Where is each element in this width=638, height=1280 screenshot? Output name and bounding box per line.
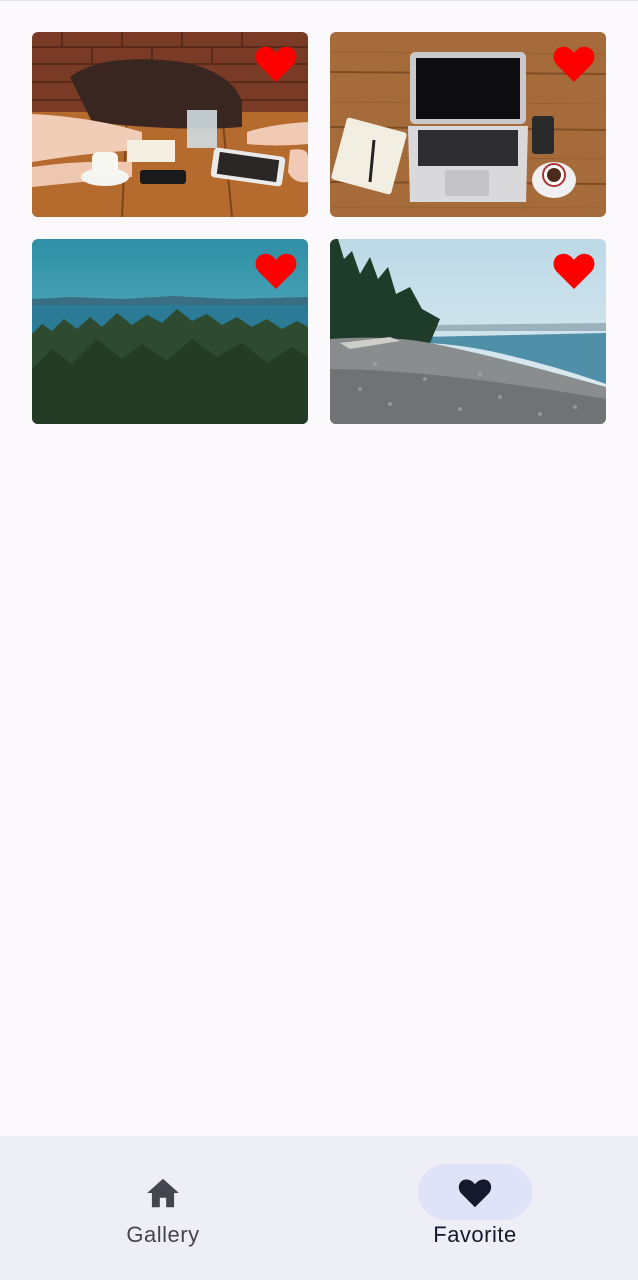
photo-card[interactable]	[32, 239, 308, 424]
heart-filled-icon	[255, 46, 297, 82]
photo-card[interactable]	[330, 239, 606, 424]
photo-card[interactable]	[330, 32, 606, 217]
favorite-toggle[interactable]	[552, 44, 596, 84]
favorite-toggle[interactable]	[254, 44, 298, 84]
heart-filled-icon	[553, 253, 595, 289]
favorite-toggle[interactable]	[254, 251, 298, 291]
bottom-navigation-bar: Gallery Favorite	[0, 1136, 638, 1280]
home-icon	[144, 1174, 182, 1212]
nav-item-favorite[interactable]: Favorite	[395, 1164, 555, 1256]
nav-label-favorite: Favorite	[433, 1222, 517, 1247]
favorite-toggle[interactable]	[552, 251, 596, 291]
top-divider	[0, 0, 638, 1]
heart-filled-icon	[255, 253, 297, 289]
photo-card[interactable]	[32, 32, 308, 217]
nav-item-gallery[interactable]: Gallery	[83, 1164, 243, 1256]
nav-label-gallery: Gallery	[126, 1222, 200, 1247]
heart-icon	[456, 1174, 494, 1212]
heart-filled-icon	[553, 46, 595, 82]
